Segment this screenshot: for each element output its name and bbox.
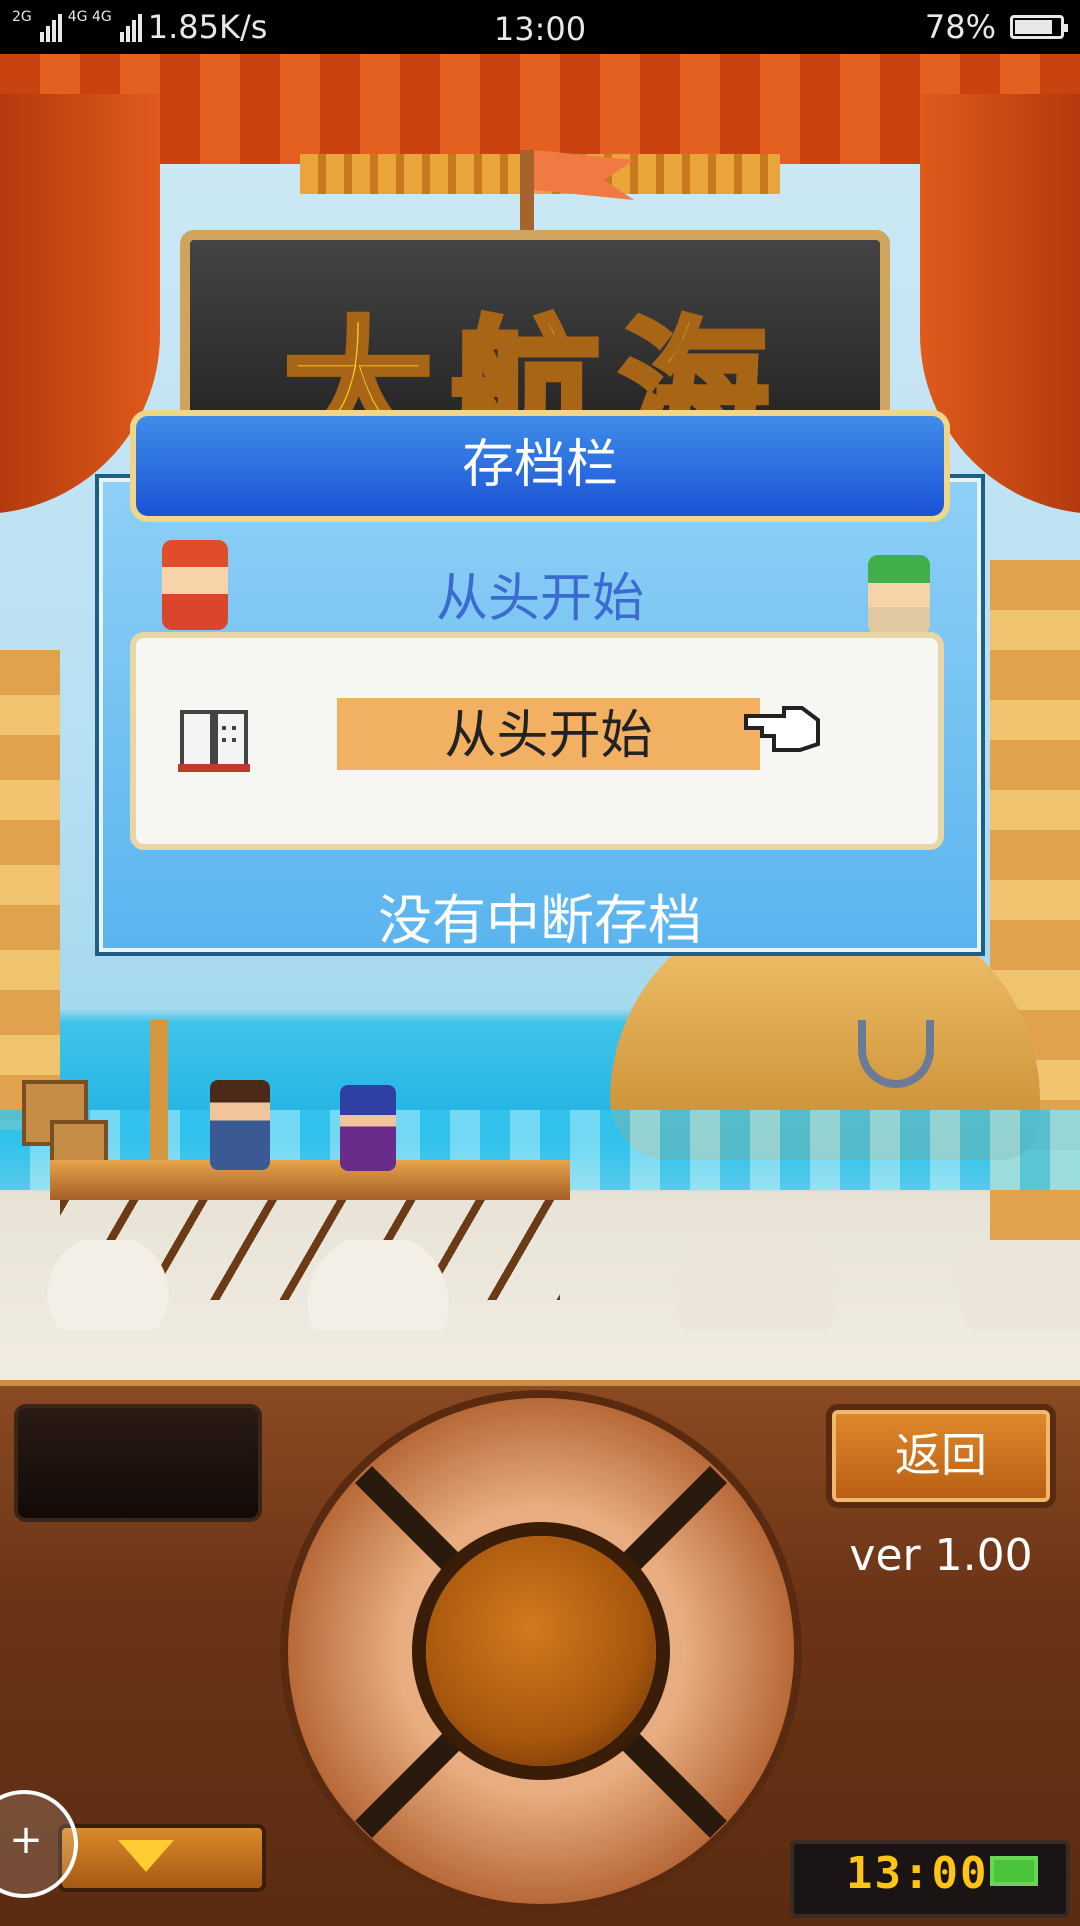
down-arrow-icon [118, 1840, 174, 1872]
plus-icon: + [9, 1817, 43, 1863]
status-bar: 2G 4G 4G 1.85K/s 13:00 78% [0, 0, 1080, 54]
battery-icon [990, 1856, 1038, 1886]
battery-percent: 78% [924, 8, 996, 46]
battery-icon [1010, 15, 1068, 39]
book-icon [178, 710, 250, 772]
character-sprite [340, 1085, 396, 1171]
dialog-title: 存档栏 [130, 410, 950, 522]
mini-screen [14, 1404, 262, 1522]
status-time: 13:00 [493, 10, 587, 48]
pointing-hand-icon [744, 706, 820, 752]
version-label: ver 1.00 [849, 1530, 1033, 1581]
clouds [0, 1240, 1080, 1330]
status-right: 78% [924, 0, 1068, 54]
slot-label[interactable]: 从头开始 [337, 698, 760, 770]
curtain-top [0, 54, 1080, 164]
confirm-button[interactable] [426, 1536, 656, 1766]
dock-post [150, 1020, 168, 1170]
save-status-text: 没有中断存档 [378, 889, 702, 952]
decor-left [0, 650, 60, 1130]
dock-pier [50, 1160, 570, 1200]
dialog-subtitle: 从头开始 [435, 569, 644, 629]
character-sprite [210, 1080, 270, 1170]
game-clock: 13:00 [846, 1848, 989, 1899]
back-button[interactable]: 返回 [826, 1404, 1056, 1508]
